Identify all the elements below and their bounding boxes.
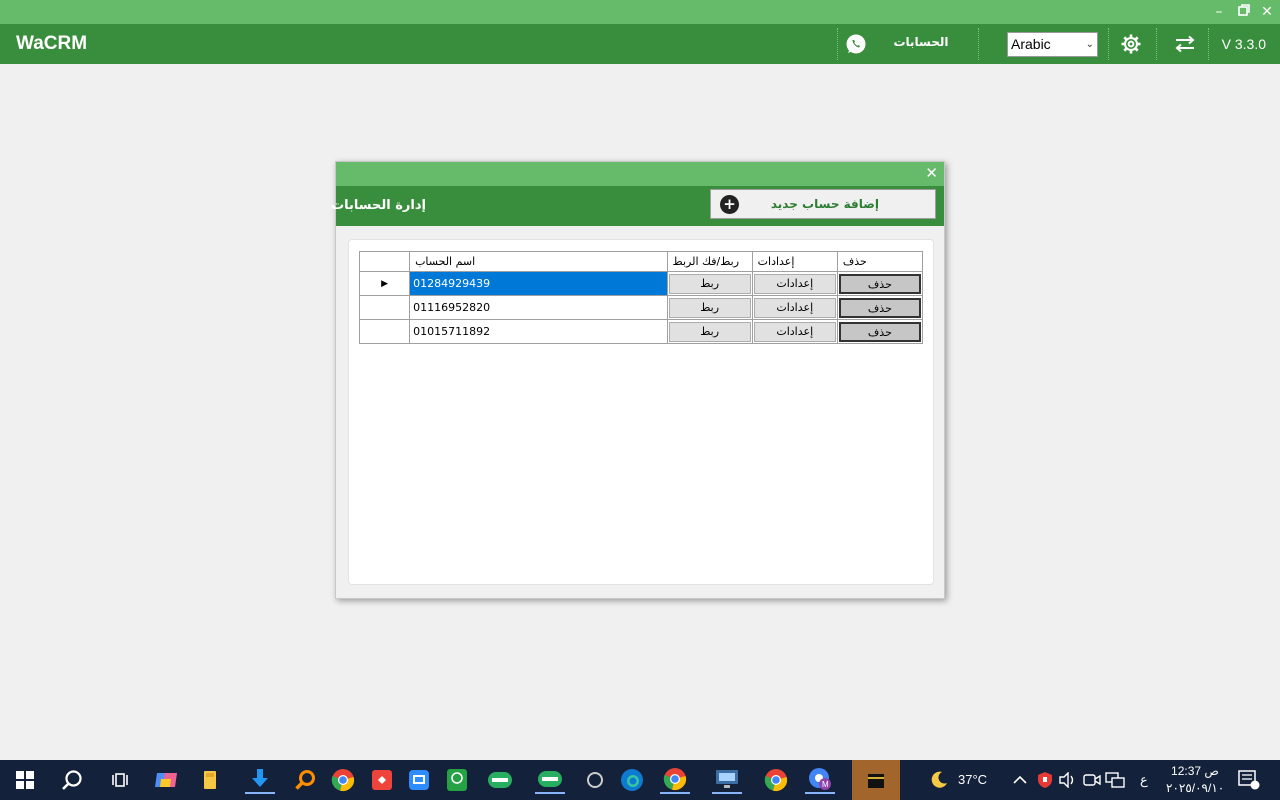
row-header-corner	[358, 251, 411, 272]
column-header-delete[interactable]: حذف	[836, 251, 924, 272]
current-row-arrow-icon: ▶	[381, 278, 388, 289]
wacrm-active-icon[interactable]	[535, 766, 565, 794]
table-row[interactable]: 01116952820 ربط إعدادات حذف	[358, 295, 924, 320]
table-row[interactable]: 01015711892 ربط إعدادات حذف	[358, 319, 924, 344]
close-window-icon[interactable]: ✕	[1256, 3, 1278, 21]
download-manager-icon[interactable]	[245, 766, 275, 794]
link-button[interactable]: ربط	[668, 273, 751, 294]
delete-button[interactable]: حذف	[838, 273, 921, 294]
chrome-profile-m-icon[interactable]: M	[805, 766, 835, 794]
column-header-name[interactable]: اسم الحساب	[409, 251, 668, 272]
link-button[interactable]: ربط	[668, 321, 751, 342]
account-settings-button[interactable]: إعدادات	[753, 321, 836, 342]
accounts-grid: اسم الحساب ربط/فك الربط إعدادات حذف ▶ 01…	[358, 251, 924, 344]
header-divider	[978, 28, 979, 60]
restore-icon[interactable]	[1233, 3, 1255, 21]
notifications-icon[interactable]	[1234, 766, 1264, 794]
whatsapp-icon[interactable]	[838, 24, 874, 64]
column-header-settings[interactable]: إعدادات	[751, 251, 838, 272]
account-settings-button[interactable]: إعدادات	[753, 297, 836, 318]
delete-cell: حذف	[836, 295, 924, 320]
chrome-window-icon[interactable]	[660, 766, 690, 794]
version-label: V 3.3.0	[1221, 36, 1266, 52]
header-divider	[1156, 28, 1157, 60]
app-header: WaCRM الحسابات Arabic ⌄ V 3.3.0	[0, 24, 1280, 64]
settings-cell: إعدادات	[751, 295, 838, 320]
sync-arrows-icon[interactable]	[1170, 24, 1200, 64]
network-icon[interactable]	[1100, 766, 1130, 794]
header-divider	[1208, 28, 1209, 60]
copilot-icon[interactable]	[151, 766, 181, 794]
chrome-icon[interactable]	[328, 766, 358, 794]
minimize-icon[interactable]: –	[1208, 3, 1230, 21]
remote-desktop-icon[interactable]	[404, 766, 434, 794]
delete-cell: حذف	[836, 319, 924, 344]
chrome-profile-icon[interactable]	[761, 766, 791, 794]
account-settings-button[interactable]: إعدادات	[753, 273, 836, 294]
accounts-dialog: ✕ إدارة الحسابات + إضافة حساب جديد اسم ا…	[331, 161, 945, 599]
delete-button[interactable]: حذف	[838, 297, 921, 318]
windows-start-icon[interactable]	[10, 766, 40, 794]
delete-button[interactable]: حذف	[838, 321, 921, 342]
header-divider	[1108, 28, 1109, 60]
column-header-link[interactable]: ربط/فك الربط	[666, 251, 753, 272]
link-cell: ربط	[666, 319, 753, 344]
dialog-header: إدارة الحسابات + إضافة حساب جديد	[331, 186, 944, 226]
add-account-label: إضافة حساب جديد	[770, 197, 879, 211]
dialog-title: إدارة الحسابات	[331, 198, 426, 213]
language-value: Arabic	[1011, 36, 1051, 52]
input-language-indicator[interactable]: ع	[1140, 772, 1148, 788]
add-account-button[interactable]: + إضافة حساب جديد	[710, 189, 936, 219]
search-icon[interactable]	[57, 766, 87, 794]
chevron-down-icon: ⌄	[1085, 39, 1094, 50]
wacrm-app-icon[interactable]	[485, 766, 515, 794]
anydesk-icon[interactable]	[367, 766, 397, 794]
account-name-cell[interactable]: 01284929439	[409, 271, 668, 296]
settings-cell: إعدادات	[751, 319, 838, 344]
app-icon[interactable]	[580, 766, 610, 794]
settings-gear-icon[interactable]	[1116, 24, 1146, 64]
close-icon[interactable]: ✕	[925, 164, 938, 182]
kaaba-widget-icon[interactable]	[852, 760, 900, 800]
search-tool-icon[interactable]	[290, 766, 320, 794]
grid-header-row: اسم الحساب ربط/فك الربط إعدادات حذف	[358, 251, 924, 272]
dialog-title-strip: ✕	[336, 162, 944, 186]
whatsapp-app-icon[interactable]	[442, 766, 472, 794]
monitor-app-icon[interactable]	[712, 766, 742, 794]
accounts-menu-link[interactable]: الحسابات	[890, 35, 952, 49]
clock-time[interactable]: 12:37 ص	[1168, 764, 1222, 778]
svg-text:M: M	[822, 780, 829, 789]
window-title-strip: – ✕	[0, 0, 1280, 24]
row-selector[interactable]: ▶	[358, 271, 411, 296]
link-cell: ربط	[666, 295, 753, 320]
weather-moon-icon[interactable]	[924, 766, 954, 794]
plus-icon: +	[720, 195, 739, 214]
table-row[interactable]: ▶ 01284929439 ربط إعدادات حذف	[358, 271, 924, 296]
taskbar: M 37°C ع 12:37 ص ٢٠٢٥/٠٩/١٠	[0, 760, 1280, 800]
app-title: WaCRM	[16, 33, 88, 54]
row-selector[interactable]	[358, 319, 411, 344]
accounts-panel: اسم الحساب ربط/فك الربط إعدادات حذف ▶ 01…	[348, 239, 934, 585]
file-explorer-icon[interactable]	[195, 766, 225, 794]
link-button[interactable]: ربط	[668, 297, 751, 318]
weather-temperature[interactable]: 37°C	[958, 772, 987, 787]
task-view-icon[interactable]	[105, 766, 135, 794]
settings-cell: إعدادات	[751, 271, 838, 296]
account-name-cell[interactable]: 01116952820	[409, 295, 668, 320]
account-name-cell[interactable]: 01015711892	[409, 319, 668, 344]
link-cell: ربط	[666, 271, 753, 296]
delete-cell: حذف	[836, 271, 924, 296]
language-select[interactable]: Arabic ⌄	[1007, 32, 1098, 57]
row-selector[interactable]	[358, 295, 411, 320]
clock-date[interactable]: ٢٠٢٥/٠٩/١٠	[1166, 781, 1224, 795]
edge-icon[interactable]	[617, 766, 647, 794]
